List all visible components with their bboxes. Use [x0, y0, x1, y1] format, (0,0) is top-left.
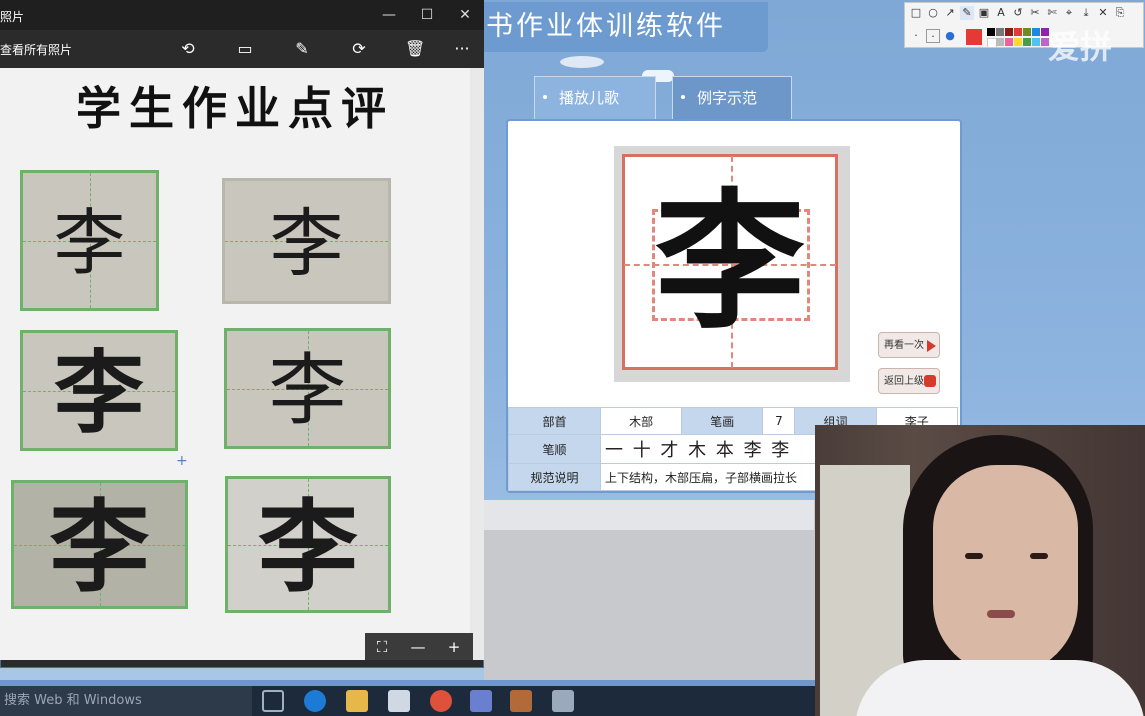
handwritten-character: 李: [53, 201, 126, 285]
fit-screen-icon[interactable]: ⛶: [367, 636, 397, 658]
webcam-overlay: [815, 425, 1145, 716]
tab-label: 例字示范: [697, 89, 758, 107]
copy-icon[interactable]: ⎘: [1113, 6, 1127, 20]
presenter-eye: [1030, 553, 1048, 559]
handwritten-character: 李: [49, 488, 150, 606]
homework-sample: 李: [224, 328, 391, 449]
color-swatch-pink[interactable]: [1005, 38, 1013, 46]
zoom-controls: ⛶ — +: [365, 633, 473, 660]
presenter-shirt: [855, 660, 1145, 716]
photos-titlebar: 照片 — ☐ ✕: [0, 0, 484, 30]
photo-heading: 学生作业点评: [75, 82, 394, 135]
tab-play-song[interactable]: 播放儿歌: [534, 76, 656, 120]
paper-plane-decoration: [560, 56, 604, 68]
return-icon: [924, 375, 936, 387]
watch-again-button[interactable]: 再看一次: [878, 332, 940, 358]
back-label: 返回上级: [884, 376, 924, 387]
zoom-in-button[interactable]: +: [439, 636, 469, 658]
delete-icon[interactable]: 🗑: [405, 39, 425, 59]
radical-value: 木部: [599, 407, 683, 435]
pin-icon[interactable]: ⌖: [1062, 6, 1076, 20]
medium-dot-icon[interactable]: ·: [926, 29, 940, 43]
color-swatch-red[interactable]: [1014, 28, 1022, 36]
color-swatch-yellow[interactable]: [1014, 38, 1022, 46]
edge-browser-icon[interactable]: [304, 690, 326, 712]
selected-color-swatch[interactable]: [966, 29, 982, 45]
bullet-icon: [681, 95, 685, 99]
color-swatch-lightgray[interactable]: [996, 38, 1004, 46]
presenter-mouth: [987, 610, 1015, 618]
file-explorer-icon[interactable]: [346, 690, 368, 712]
slideshow-icon[interactable]: ▭: [235, 39, 255, 59]
tab-sample-character[interactable]: 例字示范: [672, 76, 792, 120]
pen-tool-icon[interactable]: ✎: [960, 6, 974, 20]
strokes-label: 笔画: [681, 407, 764, 435]
watch-again-label: 再看一次: [884, 340, 924, 351]
see-all-photos-link[interactable]: 查看所有照片: [0, 41, 72, 58]
large-dot-icon[interactable]: ●: [943, 29, 957, 43]
note-label: 规范说明: [508, 463, 601, 491]
download-icon[interactable]: ⤓: [1079, 6, 1093, 20]
taskbar-search-box[interactable]: 搜索 Web 和 Windows: [0, 686, 252, 716]
color-swatch-olive[interactable]: [1023, 28, 1031, 36]
chrome-icon[interactable]: [430, 690, 452, 712]
zoom-out-button[interactable]: —: [403, 636, 433, 658]
presenter-face: [933, 465, 1078, 675]
homework-sample: 李: [225, 476, 391, 613]
handwritten-character: 李: [258, 488, 358, 606]
color-swatch-black[interactable]: [987, 28, 995, 36]
color-swatch-darkred[interactable]: [1005, 28, 1013, 36]
arrow-tool-icon[interactable]: ↗: [943, 6, 957, 20]
marker-tool-icon[interactable]: ▣: [977, 6, 991, 20]
handwritten-character: 李: [54, 340, 144, 446]
cut-icon[interactable]: ✄: [1045, 6, 1059, 20]
more-icon[interactable]: ···: [452, 39, 472, 59]
cursor-crosshair-icon: +: [176, 453, 188, 469]
ellipse-tool-icon[interactable]: ○: [926, 6, 940, 20]
photos-toolbar: 查看所有照片 ⟲ ▭ ✎ ⟳ 🗑 ···: [0, 30, 484, 68]
text-tool-icon[interactable]: A: [994, 6, 1008, 20]
tab-label: 播放儿歌: [559, 89, 620, 107]
color-swatch-gray[interactable]: [996, 28, 1004, 36]
homework-sample: 李: [222, 178, 391, 304]
rotate-icon[interactable]: ⟳: [349, 39, 369, 59]
close-button[interactable]: ✕: [450, 4, 480, 26]
handwritten-character: 李: [269, 201, 344, 287]
bullet-icon: [543, 95, 547, 99]
minimize-button[interactable]: —: [374, 4, 404, 26]
homework-sample: 李: [11, 480, 188, 609]
watermark-logo: 爱拼: [1048, 28, 1113, 66]
radical-label: 部首: [508, 407, 601, 435]
task-view-icon[interactable]: [262, 690, 284, 712]
small-dot-icon[interactable]: ·: [909, 29, 923, 43]
software-title: 书作业体训练软件: [482, 2, 768, 52]
lower-panel-strip: [484, 500, 814, 530]
scrollbar[interactable]: [470, 68, 484, 660]
handwritten-character: 李: [268, 346, 347, 436]
stroke-order-label: 笔顺: [508, 434, 601, 464]
photos-app-icon[interactable]: [552, 690, 574, 712]
homework-sample: 李: [20, 170, 159, 311]
play-arrow-icon: [927, 340, 936, 352]
app-icon[interactable]: [470, 690, 492, 712]
homework-sample: 李: [20, 330, 178, 451]
back-button[interactable]: 返回上级: [878, 368, 940, 394]
store-icon[interactable]: [388, 690, 410, 712]
scissor-icon[interactable]: ✂: [1028, 6, 1042, 20]
rectangle-tool-icon[interactable]: □: [909, 6, 923, 20]
color-swatch-blue[interactable]: [1032, 28, 1040, 36]
close-icon[interactable]: ✕: [1096, 6, 1110, 20]
color-swatch-green[interactable]: [1023, 38, 1031, 46]
sample-character: 李: [654, 174, 805, 350]
color-swatch-lightblue[interactable]: [1032, 38, 1040, 46]
maximize-button[interactable]: ☐: [412, 4, 442, 26]
edit-pencil-icon[interactable]: ✎: [292, 39, 312, 59]
presenter-eye: [965, 553, 983, 559]
app-icon[interactable]: [510, 690, 532, 712]
undo-icon[interactable]: ↺: [1011, 6, 1025, 20]
window-title: 照片: [0, 10, 25, 24]
share-icon[interactable]: ⟲: [178, 39, 198, 59]
strokes-value: 7: [762, 407, 796, 435]
